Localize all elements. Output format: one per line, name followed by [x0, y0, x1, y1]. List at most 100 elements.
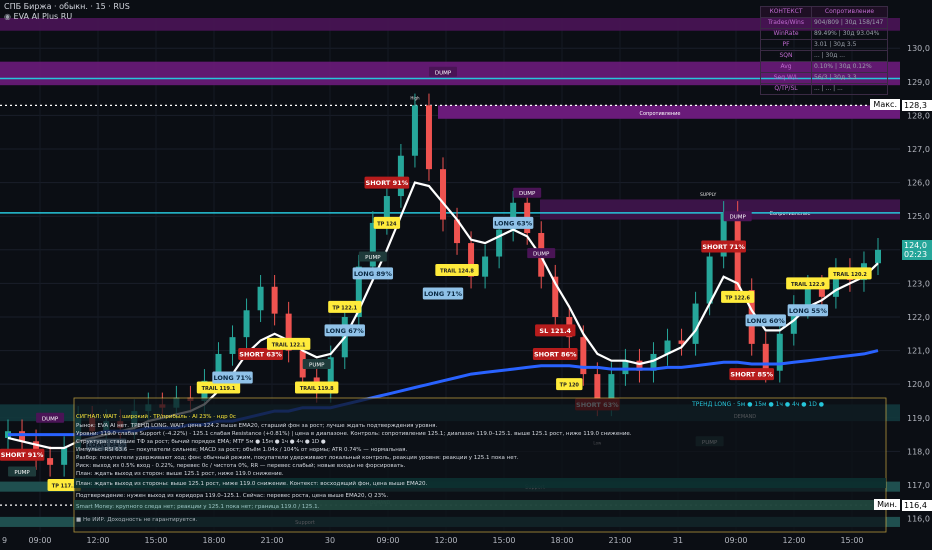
pump-label: PUMP	[14, 470, 30, 476]
stats-key: Seq W/L	[760, 72, 812, 84]
trend-row: ТРЕНД LONG · 5м ● 15м ● 1ч ● 4ч ● 1D ●	[692, 401, 824, 408]
x-tick-label: 12:00	[86, 536, 109, 545]
y-tick-label: 116,0	[907, 515, 930, 524]
candle-body	[47, 458, 54, 465]
eye-icon[interactable]: ◉	[4, 12, 14, 21]
y-tick-label: 123,0	[907, 279, 930, 288]
analysis-line: Риск: выход из 0.5% вход · 0.22%, переве…	[76, 463, 406, 469]
stats-row: SQN... | 30д ...	[760, 50, 888, 62]
y-tick-label: 118,0	[907, 447, 930, 456]
candle-body	[397, 155, 404, 197]
y-tick-label: 117,0	[907, 481, 930, 490]
short-signal-label: SHORT 91%	[366, 179, 409, 187]
indicator-title: ◉ EVA AI Plus RU	[4, 12, 72, 21]
signal-row: СИГНАЛ: WAIT · широкий · ТР/прибыль · AI…	[76, 414, 236, 420]
x-tick-label: 18:00	[550, 536, 573, 545]
stats-value: ... | ... | ...	[811, 83, 888, 95]
candle-body	[706, 256, 713, 304]
trail-signal-label: TRAIL 119.1	[202, 386, 236, 392]
short-signal-label: SHORT 86%	[534, 350, 577, 358]
stats-row: Trades/Wins 904/809 | 30д 158/147	[760, 17, 888, 29]
candle-body	[762, 343, 769, 371]
short-signal-label: SHORT 71%	[702, 243, 745, 251]
analysis-line: Рынок: EVA AI нет. ТРЕНД LONG. WAIT, цен…	[76, 423, 438, 429]
stats-key: WinRate	[760, 28, 812, 40]
x-tick-label: 18:00	[202, 536, 225, 545]
candle-body	[243, 310, 250, 338]
x-tick-label: 31	[673, 536, 683, 545]
short-signal-label: SL 121.4	[539, 327, 571, 335]
candle-body	[411, 105, 418, 156]
pump-label: PUMP	[309, 363, 325, 369]
dump-label: DUMP	[533, 252, 550, 258]
stats-key: Q/TP/SL	[760, 83, 812, 95]
long-signal-label: LONG 55%	[789, 307, 828, 315]
stats-value: 0.10% | 30д 0.12%	[811, 61, 888, 73]
stats-key: PF	[760, 39, 812, 51]
short-signal-label: SHORT 63%	[239, 350, 282, 358]
long-signal-label: LONG 71%	[424, 290, 463, 298]
x-tick-label: 09:00	[28, 536, 51, 545]
candle-body	[804, 286, 811, 307]
candle-body	[875, 249, 881, 264]
long-signal-label: LONG 89%	[354, 270, 393, 278]
candle-body	[440, 169, 446, 220]
max-price-value: 128,3	[902, 99, 932, 111]
supply-label: SUPPLY	[700, 192, 716, 198]
min-price-value: 116,4	[902, 499, 932, 511]
confirm-row: Подтверждение: нужен выход из коридора 1…	[76, 493, 389, 499]
trail-signal-label: TRAIL 124.8	[440, 268, 474, 274]
analysis-line: План: ждать выход из сторон: выше 125.1 …	[76, 471, 284, 477]
x-tick-label: 15:00	[840, 536, 863, 545]
y-tick-label: 127,0	[907, 145, 930, 154]
candle-body	[692, 303, 699, 344]
trail-signal-label: TP 122.6	[725, 295, 750, 301]
trail-signal-label: TP 124	[377, 221, 397, 227]
stats-table: КОНТЕКСТ Сопротивление Trades/Wins 904/80…	[760, 6, 888, 95]
trail-signal-label: TP 120	[560, 383, 580, 389]
trail-signal-label: TP 122.1	[332, 305, 357, 311]
long-signal-label: LONG 67%	[326, 327, 365, 335]
analysis-line: Уровни: 119.0 слабая Support (–4.22%) · …	[76, 431, 632, 437]
stats-value: 89.49% | 30д 93.04%	[811, 28, 888, 40]
plan-row: План: ждать выход из стороны: выше 125.1…	[76, 481, 428, 487]
candle-body	[622, 360, 629, 375]
y-tick-label: 129,0	[907, 78, 930, 87]
y-tick-label: 125,0	[907, 212, 930, 221]
short-signal-label: SHORT 85%	[730, 371, 773, 379]
bar-countdown: 02:23	[904, 249, 928, 259]
trail-signal-label: TRAIL 119.8	[300, 386, 334, 392]
stats-value: 904/809 | 30д 158/147	[811, 17, 888, 29]
stats-table-header: КОНТЕКСТ Сопротивление	[760, 6, 888, 18]
resistance-zone-label: Сопротивление	[639, 111, 680, 117]
stats-row: Seq W/L 56/3 | 30д 3.3	[760, 72, 888, 84]
dump-label: DUMP	[42, 416, 59, 422]
y-tick-label: 121,0	[907, 347, 930, 356]
stats-key: Trades/Wins	[760, 17, 812, 29]
dump-label: DUMP	[435, 70, 452, 76]
x-tick-label: 12:00	[434, 536, 457, 545]
stats-value: 3.01 | 30д 3.5	[811, 39, 888, 51]
candle-body	[61, 448, 68, 465]
y-tick-label: 120,0	[907, 380, 930, 389]
stats-row: Avg 0.10% | 30д 0.12%	[760, 61, 888, 73]
x-tick-label: 12:00	[782, 536, 805, 545]
pump-label: PUMP	[365, 255, 381, 261]
max-price-label: Макс.	[870, 99, 900, 111]
long-signal-label: LONG 63%	[494, 219, 533, 227]
last-price-value: 124,0	[904, 240, 927, 250]
analysis-panel: Рынок: EVA AI нет. ТРЕНД LONG. WAIT, цен…	[76, 422, 884, 478]
x-tick-label: 09:00	[376, 536, 399, 545]
stats-key: Avg	[760, 61, 812, 73]
y-tick-label: 130,0	[907, 44, 930, 53]
x-tick-label: 30	[325, 536, 335, 545]
analysis-line: Структура: старшие ТФ за рост; бычий пор…	[76, 439, 326, 445]
x-tick-label: 21:00	[608, 536, 631, 545]
supply-zone	[540, 199, 900, 220]
info-icon: ■	[76, 517, 83, 523]
stats-value: 56/3 | 30д 3.3	[811, 72, 888, 84]
stats-row: WinRate 89.49% | 30д 93.04%	[760, 28, 888, 40]
trail-signal-label: TRAIL 122.9	[791, 282, 825, 288]
x-tick-label: 15:00	[144, 536, 167, 545]
max-label-text: Макс.	[873, 100, 897, 110]
